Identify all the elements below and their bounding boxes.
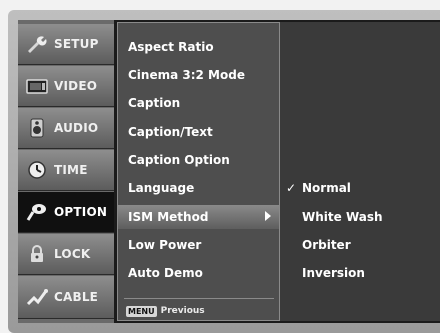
option-label: White Wash bbox=[302, 210, 383, 224]
menu-item-cinema-mode[interactable]: Cinema 3:2 Mode bbox=[124, 63, 278, 87]
option-inversion[interactable]: Inversion bbox=[280, 261, 440, 285]
option-white-wash[interactable]: White Wash bbox=[280, 205, 440, 229]
menu-divider bbox=[124, 298, 274, 299]
tab-label: OPTION bbox=[54, 205, 108, 219]
menu-item-caption-option[interactable]: Caption Option bbox=[124, 148, 278, 172]
tab-setup[interactable]: SETUP bbox=[18, 24, 114, 65]
check-icon: ✓ bbox=[285, 181, 297, 195]
option-label: Orbiter bbox=[302, 238, 351, 252]
menu-item-auto-demo[interactable]: Auto Demo bbox=[124, 261, 278, 285]
sidebar: SETUP VIDEO AUDIO TIME OPTION LOCK CABLE bbox=[18, 20, 114, 323]
tab-label: TIME bbox=[54, 163, 88, 177]
option-label: Inversion bbox=[302, 266, 365, 280]
tab-audio[interactable]: AUDIO bbox=[18, 108, 114, 149]
menu-item-ism-method[interactable]: ISM Method bbox=[118, 205, 279, 229]
menu-item-caption-text[interactable]: Caption/Text bbox=[124, 120, 278, 144]
tab-label: CABLE bbox=[54, 290, 99, 304]
ism-options-panel: ✓ Normal White Wash Orbiter Inversion bbox=[280, 22, 440, 321]
menu-key-icon: MENU bbox=[126, 305, 157, 317]
setup-icon bbox=[24, 33, 50, 55]
menu-item-caption[interactable]: Caption bbox=[124, 91, 278, 115]
tab-label: SETUP bbox=[54, 37, 99, 51]
menu-item-language[interactable]: Language bbox=[124, 176, 278, 200]
option-menu: Aspect Ratio Cinema 3:2 Mode Caption Cap… bbox=[117, 22, 280, 321]
tab-video[interactable]: VIDEO bbox=[18, 66, 114, 107]
option-orbiter[interactable]: Orbiter bbox=[280, 233, 440, 257]
previous-hint: Previous bbox=[160, 306, 205, 316]
video-icon bbox=[24, 75, 50, 97]
tab-time[interactable]: TIME bbox=[18, 150, 114, 191]
tab-option[interactable]: OPTION bbox=[18, 192, 114, 233]
lock-icon bbox=[24, 243, 50, 265]
cable-icon bbox=[24, 286, 50, 308]
audio-icon bbox=[24, 117, 50, 139]
menu-footer: MENU Previous bbox=[126, 304, 205, 318]
tab-label: VIDEO bbox=[54, 79, 98, 93]
tab-lock[interactable]: LOCK bbox=[18, 234, 114, 275]
option-label: Normal bbox=[302, 181, 351, 195]
option-icon bbox=[24, 201, 50, 223]
tab-label: LOCK bbox=[54, 247, 91, 261]
tab-cable[interactable]: CABLE bbox=[18, 276, 114, 319]
time-icon bbox=[24, 159, 50, 181]
option-normal[interactable]: ✓ Normal bbox=[280, 176, 440, 200]
menu-item-aspect-ratio[interactable]: Aspect Ratio bbox=[124, 35, 278, 59]
tab-label: AUDIO bbox=[54, 121, 99, 135]
menu-item-label: ISM Method bbox=[128, 210, 209, 224]
submenu-arrow-icon bbox=[265, 211, 271, 221]
menu-item-low-power[interactable]: Low Power bbox=[124, 233, 278, 257]
